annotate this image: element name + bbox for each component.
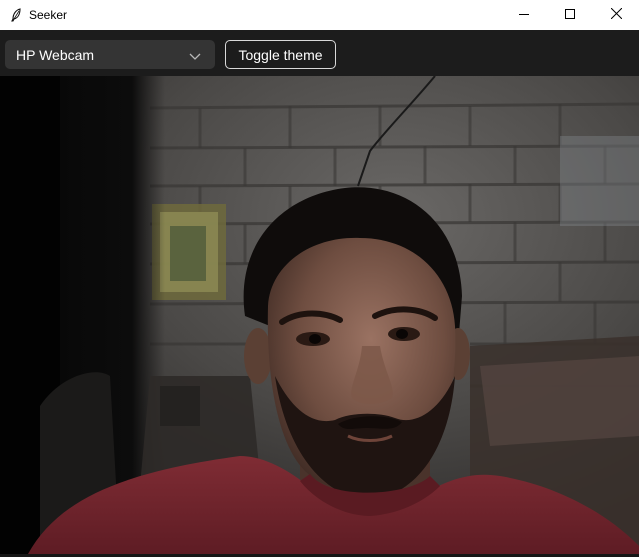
title-bar[interactable]: Seeker (0, 0, 639, 30)
camera-select-value: HP Webcam (16, 46, 95, 63)
maximize-button[interactable] (547, 0, 593, 30)
minimize-button[interactable] (501, 0, 547, 30)
window-controls (501, 0, 639, 30)
app-window: Seeker HP Webcam Toggle theme (0, 0, 639, 557)
chevron-down-icon (189, 49, 201, 61)
toolbar: HP Webcam Toggle theme (0, 30, 639, 76)
minimize-icon (519, 6, 529, 24)
toggle-theme-button[interactable]: Toggle theme (225, 40, 336, 69)
camera-feed (0, 76, 639, 554)
close-icon (610, 6, 622, 24)
camera-select[interactable]: HP Webcam (5, 40, 215, 69)
close-button[interactable] (593, 0, 639, 30)
feather-icon (9, 8, 23, 22)
maximize-icon (565, 6, 575, 24)
window-title: Seeker (29, 8, 68, 22)
